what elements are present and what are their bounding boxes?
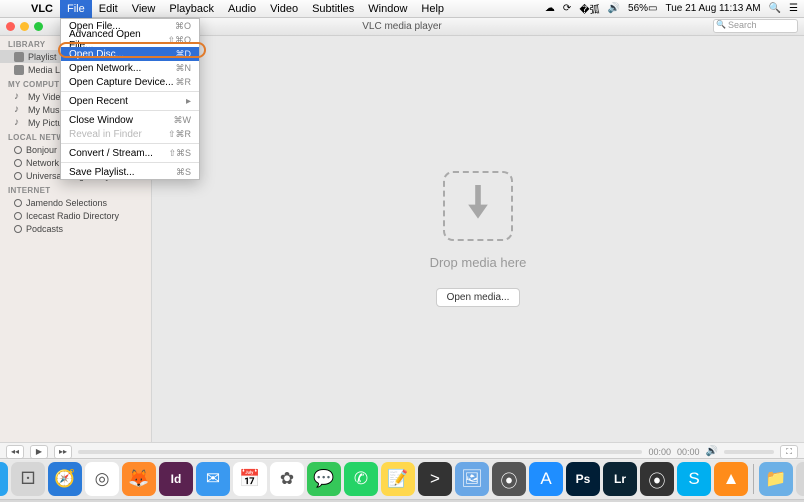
dock-app-messages[interactable]: 💬 [307,462,341,496]
dock-app-chrome[interactable]: ◎ [85,462,119,496]
prev-button[interactable]: ◂◂ [6,445,24,459]
time-elapsed: 00:00 [648,447,671,457]
menubar-item-view[interactable]: View [125,0,163,18]
play-button[interactable]: ▶ [30,445,48,459]
dock-folder[interactable]: 📁 [759,462,793,496]
dock-app-photoshop[interactable]: Ps [566,462,600,496]
status-volume-icon[interactable]: 🔊 [608,3,620,14]
dock: ☺⚀🧭◎🦊Id✉📅✿💬✆📝>🖼⦿APsLr⦿S▲📁🗑 [0,458,804,500]
dock-app-indesign[interactable]: Id [159,462,193,496]
status-datetime[interactable]: Tue 21 Aug 11:13 AM [666,3,761,14]
status-battery[interactable]: 56% ▭ [628,3,657,14]
menubar-status: ☁︎ ⟳ �弧 🔊 56% ▭ Tue 21 Aug 11:13 AM 🔍 ☰ [545,1,798,16]
volume-icon[interactable]: 🔊 [706,446,718,457]
menubar-item-playback[interactable]: Playback [162,0,221,18]
download-icon [461,185,495,227]
menu-open-network[interactable]: Open Network...⌘N [61,61,199,75]
menubar-item-edit[interactable]: Edit [92,0,125,18]
status-wifi-icon[interactable]: �弧 [579,1,599,16]
progress-track[interactable] [78,450,642,454]
dock-app-launchpad[interactable]: ⚀ [11,462,45,496]
fullscreen-button[interactable]: ⛶ [780,445,798,459]
dock-app-activity[interactable]: ⦿ [492,462,526,496]
dock-app-safari[interactable]: 🧭 [48,462,82,496]
menubar-item-window[interactable]: Window [361,0,414,18]
menu-close-window[interactable]: Close Window⌘W [61,113,199,127]
menu-save-playlist[interactable]: Save Playlist...⌘S [61,165,199,179]
next-button[interactable]: ▸▸ [54,445,72,459]
menubar-item-help[interactable]: Help [414,0,451,18]
dock-app-mail[interactable]: ✉ [196,462,230,496]
dock-separator [753,464,754,494]
dock-app-firefox[interactable]: 🦊 [122,462,156,496]
file-menu-dropdown: Open File...⌘O Advanced Open File...⇧⌘O … [60,18,200,180]
dock-app-finder[interactable]: ☺ [0,462,8,496]
volume-slider[interactable] [724,450,774,454]
dock-app-terminal[interactable]: > [418,462,452,496]
dock-app-whatsapp[interactable]: ✆ [344,462,378,496]
sidebar-group-internet: INTERNET [0,182,151,196]
menubar-item-video[interactable]: Video [263,0,305,18]
dock-app-notes[interactable]: 📝 [381,462,415,496]
dock-app-lightroom[interactable]: Lr [603,462,637,496]
dock-app-vlc[interactable]: ▲ [714,462,748,496]
status-cloud-sync-icon[interactable]: ⟳ [563,3,571,14]
dock-app-calendar[interactable]: 📅 [233,462,267,496]
close-button[interactable] [6,22,15,31]
status-cloud-icon[interactable]: ☁︎ [545,3,555,14]
status-menu-icon[interactable]: ☰ [789,3,798,14]
time-total: 00:00 [677,447,700,457]
search-input[interactable]: Search [713,19,798,33]
drop-text: Drop media here [430,255,527,270]
menu-open-disc[interactable]: Open Disc...⌘D [61,47,199,61]
dock-trash[interactable]: 🗑 [796,462,804,496]
dock-app-capture[interactable]: ⦿ [640,462,674,496]
dropzone[interactable] [443,171,513,241]
sidebar-item-jamendo[interactable]: Jamendo Selections [0,196,151,209]
menu-open-capture-device[interactable]: Open Capture Device...⌘R [61,75,199,89]
menubar-item-subtitles[interactable]: Subtitles [305,0,361,18]
status-spotlight-icon[interactable]: 🔍 [769,3,781,14]
sidebar-item-podcasts[interactable]: Podcasts [0,222,151,235]
open-media-button[interactable]: Open media... [436,288,521,307]
dock-app-skype[interactable]: S [677,462,711,496]
dock-app-preview[interactable]: 🖼 [455,462,489,496]
main-content: Drop media here Open media... [152,36,804,442]
menu-open-recent[interactable]: Open Recent▸ [61,94,199,108]
menubar-item-file[interactable]: File [60,0,92,18]
zoom-button[interactable] [34,22,43,31]
menu-convert-stream[interactable]: Convert / Stream...⇧⌘S [61,146,199,160]
dock-app-appstore[interactable]: A [529,462,563,496]
menubar-app-name[interactable]: VLC [24,0,60,18]
macos-menubar: VLC File Edit View Playback Audio Video … [0,0,804,18]
menu-reveal-in-finder: Reveal in Finder⇧⌘R [61,127,199,141]
menu-advanced-open-file[interactable]: Advanced Open File...⇧⌘O [61,33,199,47]
minimize-button[interactable] [20,22,29,31]
dock-app-photos[interactable]: ✿ [270,462,304,496]
sidebar-item-icecast[interactable]: Icecast Radio Directory [0,209,151,222]
menubar-item-audio[interactable]: Audio [221,0,263,18]
